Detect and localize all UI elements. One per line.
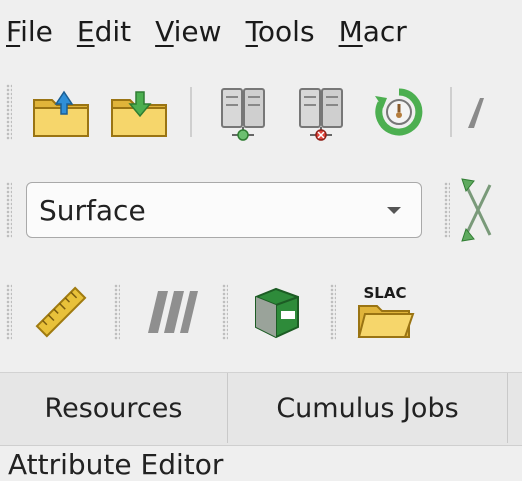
toolbar-separator <box>190 87 192 137</box>
menu-tools[interactable]: Tools <box>246 15 315 48</box>
menu-macros-rest: acr <box>362 14 407 48</box>
toolbar-grip[interactable] <box>6 182 12 238</box>
representation-select[interactable]: Surface <box>26 182 422 238</box>
clock-reset-icon <box>375 88 423 136</box>
folder-download-icon <box>111 91 167 137</box>
server-connect-icon <box>221 88 265 141</box>
open-file-button[interactable] <box>30 81 92 143</box>
main-toolbar <box>0 66 522 158</box>
slac-open-button[interactable]: SLAC <box>354 281 416 343</box>
menu-view-rest: iew <box>173 14 222 48</box>
menu-view[interactable]: View <box>155 15 221 48</box>
menu-view-accel: V <box>155 14 174 48</box>
menu-file-rest: ile <box>20 14 53 48</box>
menu-macros[interactable]: Macr <box>339 15 407 48</box>
panel-title: Attribute Editor <box>8 448 224 481</box>
ruler-button[interactable] <box>30 281 92 343</box>
menu-file[interactable]: File <box>6 15 53 48</box>
menu-macros-accel: M <box>338 14 363 48</box>
slac-label: SLAC <box>364 284 407 302</box>
tab-cumulus-jobs-label: Cumulus Jobs <box>276 392 459 424</box>
toolbar-grip[interactable] <box>444 182 450 238</box>
toolbar-grip[interactable] <box>114 284 120 340</box>
menu-tools-rest: ools <box>257 14 315 48</box>
menu-edit-accel: E <box>76 14 95 48</box>
toolbar-separator-2 <box>450 87 452 137</box>
expand-arrows-icon <box>461 178 492 242</box>
reset-session-button[interactable] <box>368 81 430 143</box>
reset-camera-button[interactable] <box>460 178 500 242</box>
representation-value: Surface <box>39 193 146 227</box>
menu-edit[interactable]: Edit <box>77 15 131 48</box>
partial-tool-icon <box>468 98 484 128</box>
connect-server-button[interactable] <box>212 81 274 143</box>
toolbar-grip[interactable] <box>6 84 12 140</box>
dock-tab-bar: Resources Cumulus Jobs <box>0 372 522 446</box>
toolbar-grip[interactable] <box>6 284 12 340</box>
menu-file-accel: F <box>6 14 21 48</box>
toolbar-grip[interactable] <box>222 284 228 340</box>
tab-partial[interactable] <box>508 373 522 443</box>
toolbar-grip[interactable] <box>330 284 336 340</box>
menu-bar: File Edit View Tools Macr <box>0 0 522 62</box>
server-disconnect-icon <box>299 88 343 141</box>
tab-resources-label: Resources <box>44 392 183 424</box>
menu-edit-rest: dit <box>94 14 132 48</box>
green-block-icon <box>255 287 299 339</box>
ruler-icon <box>35 286 87 338</box>
tab-cumulus-jobs[interactable]: Cumulus Jobs <box>228 373 508 443</box>
save-file-button[interactable] <box>108 81 170 143</box>
plugin-toolbar: SLAC <box>0 264 522 360</box>
slac-folder-icon: SLAC <box>357 284 415 338</box>
folder-upload-icon <box>33 90 89 137</box>
menu-tools-accel: T <box>245 14 258 48</box>
slanted-bars-icon <box>148 291 198 333</box>
partial-toolbar-button[interactable] <box>464 81 484 143</box>
tab-resources[interactable]: Resources <box>0 373 228 443</box>
slices-button[interactable] <box>138 281 200 343</box>
representation-toolbar: Surface <box>0 162 522 258</box>
disconnect-server-button[interactable] <box>290 81 352 143</box>
mesh-block-button[interactable] <box>246 281 308 343</box>
chevron-down-icon <box>387 206 401 214</box>
